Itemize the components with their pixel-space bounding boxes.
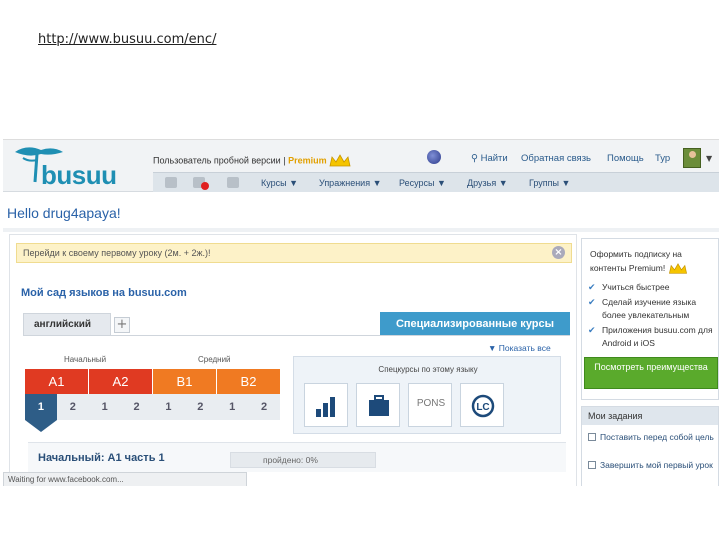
premium-offer-panel: Оформить подписку на контенты Premium! ✔… [581,238,719,400]
language-globe-icon[interactable] [427,150,441,164]
help-link[interactable]: Помощь [607,153,644,164]
browser-status-bar: Waiting for www.facebook.com... [3,472,247,486]
task-item[interactable]: Поставить перед собой цель [588,431,716,443]
greeting: Hello drug4apaya! [7,205,121,221]
current-lesson[interactable]: Начальный: A1 часть 1 пройдено: 0% [28,442,566,472]
progress-text: пройдено: 0% [263,455,318,465]
caption-url[interactable]: http://www.busuu.com/enc/ [38,32,216,47]
nav-item-courses[interactable]: Курсы ▼ [261,178,298,188]
level-a2[interactable]: A2 [89,369,153,394]
special-course-lc[interactable]: LC [460,383,504,427]
section-title: Мой сад языков на busuu.com [21,287,187,299]
divider [3,228,719,232]
part-b2-1[interactable]: 1 [216,394,248,420]
special-course-travel[interactable] [356,383,400,427]
notes-icon[interactable] [227,177,239,188]
task-checkbox[interactable] [588,461,596,469]
view-benefits-button[interactable]: Посмотреть преимущества [584,357,718,389]
level-b1[interactable]: B1 [153,369,217,394]
feedback-link[interactable]: Обратная связь [521,153,591,164]
search-link[interactable]: ⚲ Найти [471,153,508,164]
benefit-text: Учиться быстрее [602,282,670,292]
premium-link[interactable]: Premium [288,155,327,165]
part-a1-1[interactable]: 1 [25,394,57,420]
briefcase-icon [369,395,389,416]
chevron-down-icon[interactable]: ▼ [706,154,712,163]
benefit-text: Приложения busuu.com для Android и iOS [602,325,713,348]
crown-icon [668,262,687,274]
part-b1-1[interactable]: 1 [153,394,185,420]
trial-user-label: Пользователь пробной версии [153,155,281,166]
lc-icon: LC [471,394,495,418]
current-lesson-title[interactable]: Начальный: A1 часть 1 [38,452,165,464]
premium-offer-title: Оформить подписку на контенты Premium! [590,247,710,275]
task-label[interactable]: Поставить перед собой цель [600,432,714,442]
dashboard-panel: Перейди к своему первому уроку (2м. + 2ж… [9,234,577,486]
search-label: Найти [480,153,508,164]
nav-item-exercises[interactable]: Упражнения ▼ [319,178,381,188]
separator: | [283,155,286,166]
lesson-progress-bar: пройдено: 0% [230,452,376,468]
chart-icon [316,397,335,417]
part-b1-2[interactable]: 2 [184,394,216,420]
right-column: Оформить подписку на контенты Premium! ✔… [581,238,719,486]
tab-english[interactable]: английский [23,313,111,335]
tasks-heading: Мои задания [582,407,718,425]
part-a2-2[interactable]: 2 [121,394,153,420]
list-item: ✔ Учиться быстрее [588,281,716,294]
list-item: ✔ Сделай изучение языка более увлекательн… [588,296,716,322]
active-part-pointer-icon [25,420,57,432]
level-heading-intermediate: Средний [198,355,231,364]
task-label[interactable]: Завершить мой первый урок [600,460,713,470]
notification-dot-icon [201,182,209,190]
part-a1-2[interactable]: 2 [57,394,89,420]
avatar[interactable] [683,148,701,168]
nav-item-resources[interactable]: Ресурсы ▼ [399,178,446,188]
level-selector: A1 A2 B1 B2 [25,369,280,394]
level-parts: 1 2 1 2 1 2 1 2 [25,394,280,420]
show-all-link[interactable]: ▼ Показать все [488,343,551,353]
svg-text:LC: LC [476,402,489,413]
special-courses-heading: Спецкурсы по этому языку [378,365,478,374]
add-language-button[interactable]: + [114,317,130,333]
trial-status: Пользователь пробной версии | Premium [153,154,351,168]
part-a2-1[interactable]: 1 [89,394,121,420]
benefit-text: Сделай изучение языка более увлекательны… [602,297,697,320]
close-icon[interactable]: × [552,246,565,259]
profile-icon[interactable] [165,177,177,188]
level-heading-beginner: Начальный [64,355,107,364]
divider [23,335,570,336]
nav-item-groups[interactable]: Группы ▼ [529,178,570,188]
special-courses-box: Спецкурсы по этому языку PONS LC [293,356,561,434]
site-header: busuu Пользователь пробной версии | Prem… [3,140,719,192]
my-tasks-panel: Мои задания Поставить перед собой цель З… [581,406,719,486]
check-icon: ✔ [588,282,596,292]
browser-screenshot: busuu Пользователь пробной версии | Prem… [3,139,719,486]
crown-icon [329,154,351,167]
special-courses-tab[interactable]: Специализированные курсы [380,312,570,336]
premium-benefits: ✔ Учиться быстрее ✔ Сделай изучение языка … [588,281,716,352]
brand-name: busuu [41,160,117,190]
check-icon: ✔ [588,297,596,307]
main-nav: Курсы ▼ Упражнения ▼ Ресурсы ▼ Друзья ▼ … [153,172,719,192]
check-icon: ✔ [588,325,596,335]
first-lesson-banner[interactable]: Перейди к своему первому уроку (2м. + 2ж… [16,243,572,263]
special-course-pons[interactable]: PONS [408,383,452,427]
level-b2[interactable]: B2 [217,369,280,394]
special-course-business[interactable] [304,383,348,427]
nav-item-friends[interactable]: Друзья ▼ [467,178,508,188]
task-checkbox[interactable] [588,433,596,441]
banner-text[interactable]: Перейди к своему первому уроку (2м. + 2ж… [23,248,211,258]
level-a1[interactable]: A1 [25,369,89,394]
list-item: ✔ Приложения busuu.com для Android и iOS [588,324,716,350]
pons-icon: PONS [416,398,446,409]
part-b2-2[interactable]: 2 [248,394,280,420]
search-icon: ⚲ [471,153,478,164]
task-item[interactable]: Завершить мой первый урок [588,459,716,471]
user-name-link[interactable]: Тур [655,153,670,164]
busuu-logo[interactable]: busuu [7,142,125,190]
